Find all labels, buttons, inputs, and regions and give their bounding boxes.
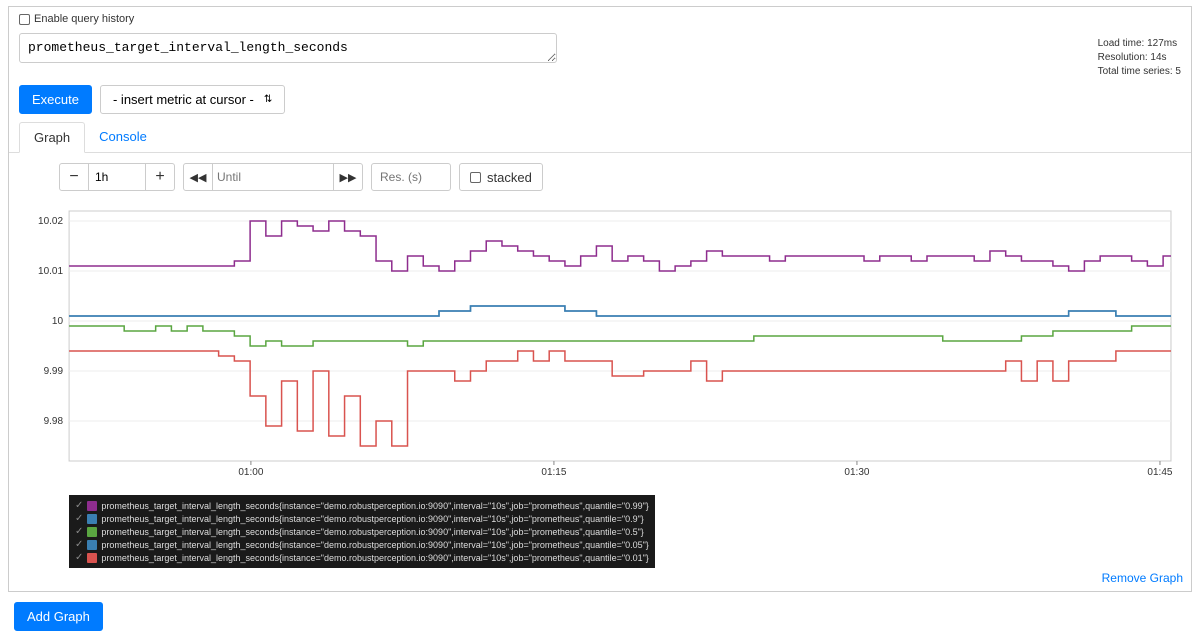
- svg-text:01:15: 01:15: [541, 467, 566, 478]
- execute-button[interactable]: Execute: [19, 85, 92, 114]
- svg-text:10: 10: [52, 316, 64, 327]
- check-icon: ✓: [75, 526, 83, 537]
- stat-series: Total time series: 5: [1098, 65, 1181, 79]
- check-icon: ✓: [75, 552, 83, 563]
- legend-label: prometheus_target_interval_length_second…: [101, 540, 648, 550]
- stat-res: Resolution: 14s: [1098, 51, 1181, 65]
- insert-metric-dropdown[interactable]: - insert metric at cursor - ⇅: [100, 85, 285, 114]
- checkbox-icon: [19, 14, 30, 25]
- legend-label: prometheus_target_interval_length_second…: [101, 527, 643, 537]
- until-group: ◀◀ ▶▶: [183, 163, 363, 191]
- forward-button[interactable]: ▶▶: [334, 164, 362, 190]
- legend-row[interactable]: ✓ prometheus_target_interval_length_secon…: [75, 512, 649, 525]
- graph-toolbar: − + ◀◀ ▶▶ stacked: [9, 153, 1191, 201]
- legend-swatch: [87, 501, 97, 511]
- query-stats: Load time: 127ms Resolution: 14s Total t…: [1098, 33, 1181, 79]
- add-graph-button[interactable]: Add Graph: [14, 602, 103, 631]
- checkbox-icon: [470, 172, 481, 183]
- svg-text:9.98: 9.98: [44, 416, 64, 427]
- legend-row[interactable]: ✓ prometheus_target_interval_length_secon…: [75, 499, 649, 512]
- chart: 9.98 9.99 10 10.01 10.02 01:00 01:15 01:30 01:45: [19, 201, 1181, 491]
- legend-swatch: [87, 553, 97, 563]
- svg-text:10.01: 10.01: [38, 266, 63, 277]
- check-icon: ✓: [75, 539, 83, 550]
- rewind-button[interactable]: ◀◀: [184, 164, 212, 190]
- svg-text:10.02: 10.02: [38, 216, 63, 227]
- legend-label: prometheus_target_interval_length_second…: [101, 553, 648, 563]
- query-input[interactable]: [19, 33, 557, 63]
- query-panel: Enable query history Load time: 127ms Re…: [8, 6, 1192, 592]
- legend-swatch: [87, 540, 97, 550]
- legend-row[interactable]: ✓ prometheus_target_interval_length_secon…: [75, 525, 649, 538]
- legend-swatch: [87, 527, 97, 537]
- insert-metric-label: - insert metric at cursor -: [113, 92, 254, 107]
- stacked-label: stacked: [487, 170, 532, 185]
- legend-row[interactable]: ✓ prometheus_target_interval_length_secon…: [75, 551, 649, 564]
- tab-console[interactable]: Console: [85, 122, 161, 152]
- legend-swatch: [87, 514, 97, 524]
- time-range-group: − +: [59, 163, 175, 191]
- enable-history-toggle[interactable]: Enable query history: [19, 13, 1181, 25]
- range-decrement-button[interactable]: −: [60, 164, 88, 190]
- check-icon: ✓: [75, 500, 83, 511]
- time-range-input[interactable]: [89, 164, 145, 190]
- enable-history-label: Enable query history: [34, 13, 134, 25]
- remove-graph-link[interactable]: Remove Graph: [1102, 571, 1183, 585]
- until-input[interactable]: [213, 164, 333, 190]
- check-icon: ✓: [75, 513, 83, 524]
- svg-text:01:45: 01:45: [1147, 467, 1172, 478]
- tab-graph[interactable]: Graph: [19, 122, 85, 153]
- resolution-input[interactable]: [371, 163, 451, 191]
- legend-label: prometheus_target_interval_length_second…: [101, 514, 643, 524]
- stat-load: Load time: 127ms: [1098, 37, 1181, 51]
- stacked-toggle[interactable]: stacked: [459, 163, 543, 191]
- svg-text:01:30: 01:30: [844, 467, 869, 478]
- legend: ✓ prometheus_target_interval_length_secon…: [69, 495, 655, 568]
- range-increment-button[interactable]: +: [146, 164, 174, 190]
- topbar: Enable query history: [9, 7, 1191, 29]
- caret-sort-icon: ⇅: [264, 94, 272, 105]
- legend-label: prometheus_target_interval_length_second…: [101, 501, 648, 511]
- svg-text:9.99: 9.99: [44, 366, 64, 377]
- tabs: Graph Console: [9, 122, 1191, 153]
- svg-text:01:00: 01:00: [238, 467, 263, 478]
- legend-row[interactable]: ✓ prometheus_target_interval_length_secon…: [75, 538, 649, 551]
